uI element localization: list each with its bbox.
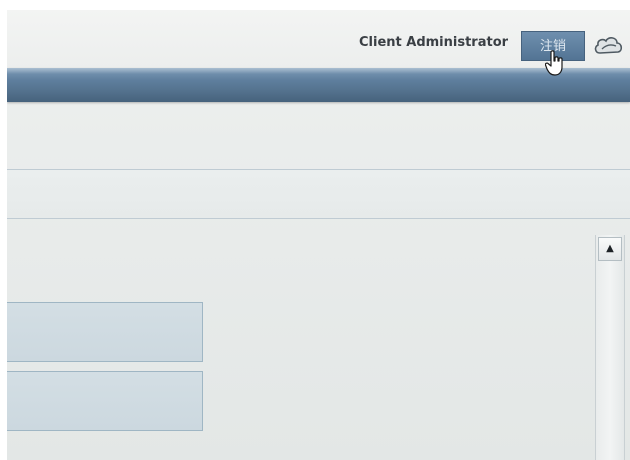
top-header: Client Administrator 注销 <box>7 10 630 70</box>
nav-strip <box>7 170 630 218</box>
vertical-scrollbar[interactable]: ▲ <box>595 235 625 460</box>
menu-panel-2[interactable] <box>7 371 203 431</box>
screen: Client Administrator 注销 ▲ <box>7 10 630 460</box>
scroll-up-arrow-icon[interactable]: ▲ <box>598 237 622 261</box>
divider-bottom <box>7 218 630 219</box>
cloud-icon <box>594 37 623 54</box>
header-banner <box>7 68 630 102</box>
hand-pointer-icon <box>545 50 563 76</box>
menu-panel-1[interactable] <box>7 302 203 362</box>
user-name: Client Administrator <box>359 35 509 50</box>
